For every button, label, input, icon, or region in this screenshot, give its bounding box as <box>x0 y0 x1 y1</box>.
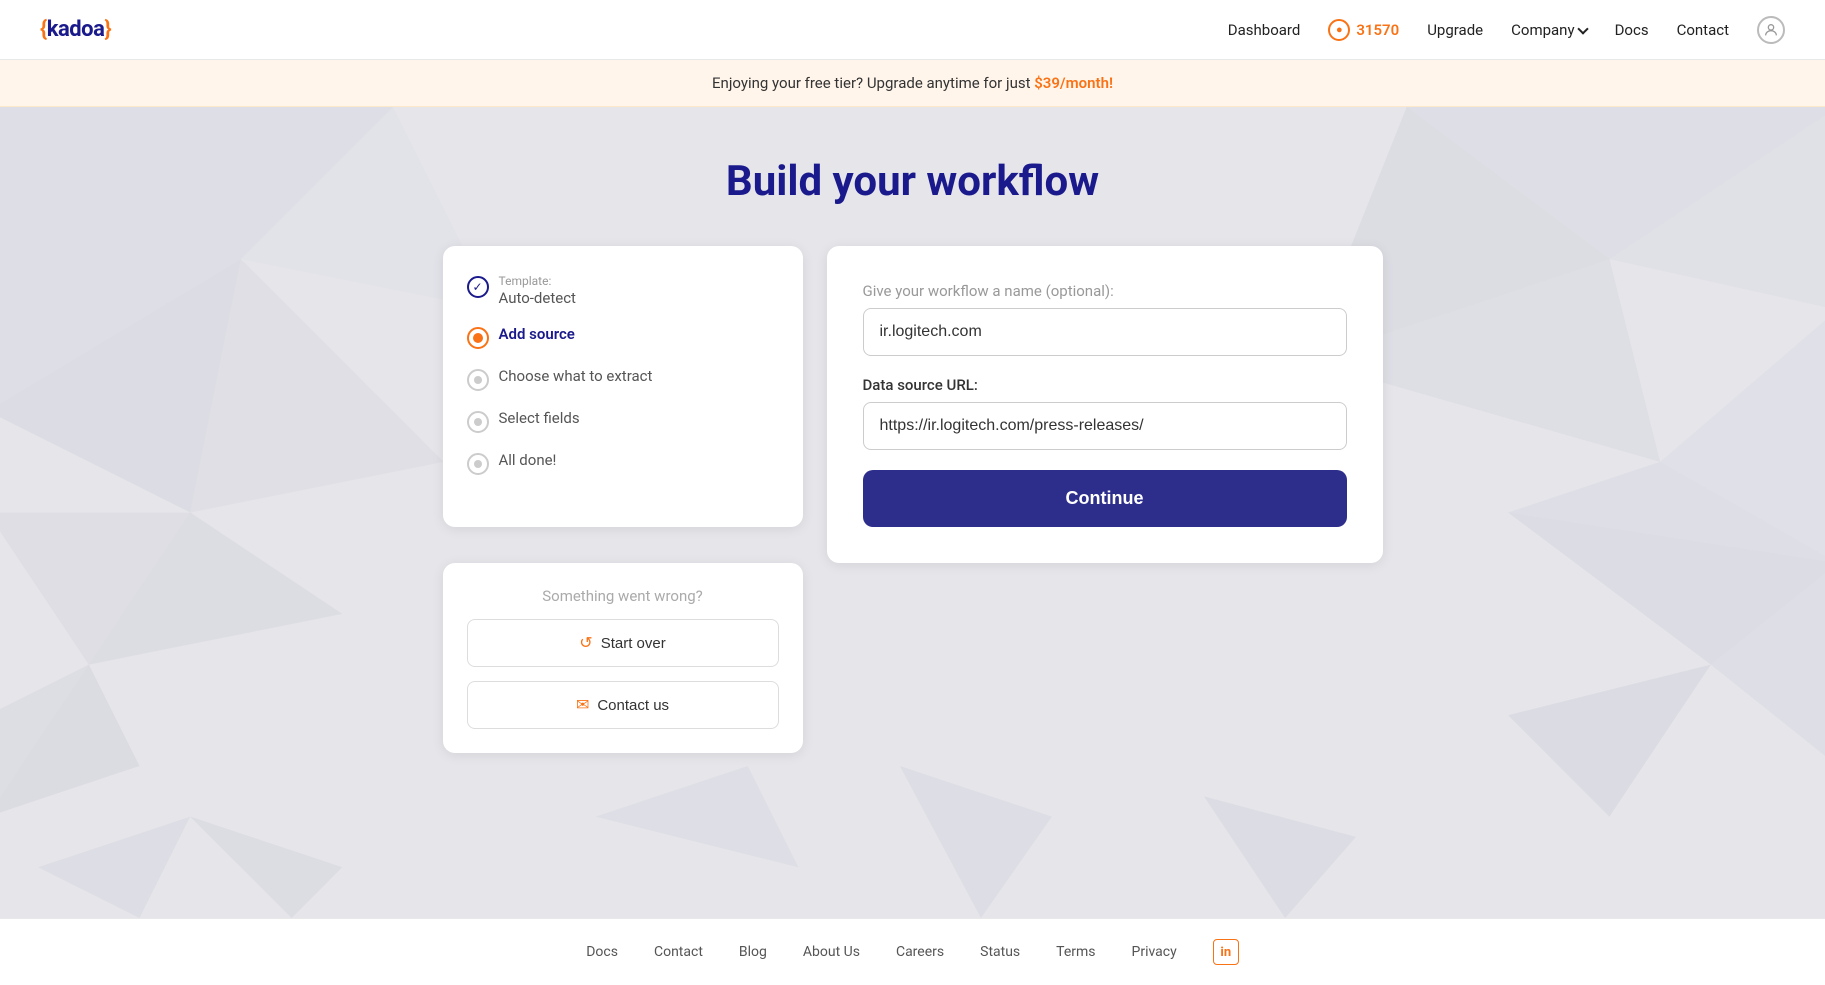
step-template-value: Auto-detect <box>499 289 576 307</box>
step-template: Template: Auto-detect <box>467 274 779 307</box>
nav-contact[interactable]: Contact <box>1677 21 1729 39</box>
step-template-icon <box>467 276 489 298</box>
footer-privacy[interactable]: Privacy <box>1132 944 1177 960</box>
footer-contact[interactable]: Contact <box>654 944 703 960</box>
error-message: Something went wrong? <box>542 587 703 605</box>
banner-text: Enjoying your free tier? Upgrade anytime… <box>712 74 1034 92</box>
nav-dashboard[interactable]: Dashboard <box>1228 21 1301 39</box>
footer-terms[interactable]: Terms <box>1056 944 1095 960</box>
continue-button[interactable]: Continue <box>863 470 1347 527</box>
user-avatar-icon[interactable] <box>1757 16 1785 44</box>
steps-card: Template: Auto-detect Add source Choose … <box>443 246 803 527</box>
cards-row: Template: Auto-detect Add source Choose … <box>443 246 1383 753</box>
step-all-done-icon <box>467 453 489 475</box>
url-field-label: Data source URL: <box>863 376 1347 394</box>
nav-company[interactable]: Company <box>1511 21 1586 39</box>
step-all-done-label: All done! <box>499 451 557 469</box>
page-title: Build your workflow <box>726 157 1099 206</box>
logo-text: kadoa <box>47 17 105 42</box>
data-source-url-input[interactable] <box>863 402 1347 450</box>
upgrade-banner: Enjoying your free tier? Upgrade anytime… <box>0 60 1825 107</box>
credits-icon: ● <box>1328 19 1350 41</box>
company-label: Company <box>1511 21 1574 39</box>
name-field-group: Give your workflow a name (optional): <box>863 282 1347 356</box>
step-select-fields-icon <box>467 411 489 433</box>
main-content: Build your workflow Template: Auto-detec… <box>0 107 1825 918</box>
nav-right: Dashboard ● 31570 Upgrade Company Docs C… <box>1228 16 1785 44</box>
name-label-text: Give your workflow a name <box>863 282 1042 300</box>
logo-brace-open: { <box>40 17 47 42</box>
nav-credits[interactable]: ● 31570 <box>1328 19 1399 41</box>
workflow-name-input[interactable] <box>863 308 1347 356</box>
logo[interactable]: {kadoa} <box>40 17 111 42</box>
start-over-button[interactable]: ↺ Start over <box>467 619 779 667</box>
step-add-source-icon <box>467 327 489 349</box>
navbar: {kadoa} Dashboard ● 31570 Upgrade Compan… <box>0 0 1825 60</box>
footer-blog[interactable]: Blog <box>739 944 767 960</box>
step-choose-extract: Choose what to extract <box>467 367 779 391</box>
nav-docs[interactable]: Docs <box>1615 21 1649 39</box>
step-add-source[interactable]: Add source <box>467 325 779 349</box>
footer: Docs Contact Blog About Us Careers Statu… <box>0 918 1825 985</box>
footer-about[interactable]: About Us <box>803 944 860 960</box>
step-template-text: Template: Auto-detect <box>499 274 576 307</box>
banner-highlight: $39/month! <box>1034 74 1113 92</box>
nav-upgrade[interactable]: Upgrade <box>1427 21 1483 39</box>
step-all-done: All done! <box>467 451 779 475</box>
step-choose-extract-icon <box>467 369 489 391</box>
linkedin-icon[interactable]: in <box>1213 939 1239 965</box>
logo-brace-close: } <box>104 17 111 42</box>
left-panel: Template: Auto-detect Add source Choose … <box>443 246 803 753</box>
error-card: Something went wrong? ↺ Start over ✉ Con… <box>443 563 803 753</box>
contact-us-icon: ✉ <box>576 695 589 715</box>
step-choose-extract-label: Choose what to extract <box>499 367 653 385</box>
steps-list: Template: Auto-detect Add source Choose … <box>467 274 779 475</box>
step-add-source-label: Add source <box>499 325 575 343</box>
credits-count: 31570 <box>1356 21 1399 39</box>
right-card: Give your workflow a name (optional): Da… <box>827 246 1383 563</box>
name-label-optional: (optional): <box>1046 282 1114 300</box>
step-template-label: Template: <box>499 274 576 288</box>
url-field-group: Data source URL: <box>863 376 1347 450</box>
footer-status[interactable]: Status <box>980 944 1020 960</box>
footer-docs[interactable]: Docs <box>586 944 618 960</box>
contact-us-label: Contact us <box>597 697 669 714</box>
name-field-label: Give your workflow a name (optional): <box>863 282 1347 300</box>
footer-careers[interactable]: Careers <box>896 944 944 960</box>
chevron-down-icon <box>1577 23 1588 34</box>
start-over-label: Start over <box>601 635 666 652</box>
step-select-fields-label: Select fields <box>499 409 580 427</box>
contact-us-button[interactable]: ✉ Contact us <box>467 681 779 729</box>
step-select-fields: Select fields <box>467 409 779 433</box>
start-over-icon: ↺ <box>579 633 592 653</box>
